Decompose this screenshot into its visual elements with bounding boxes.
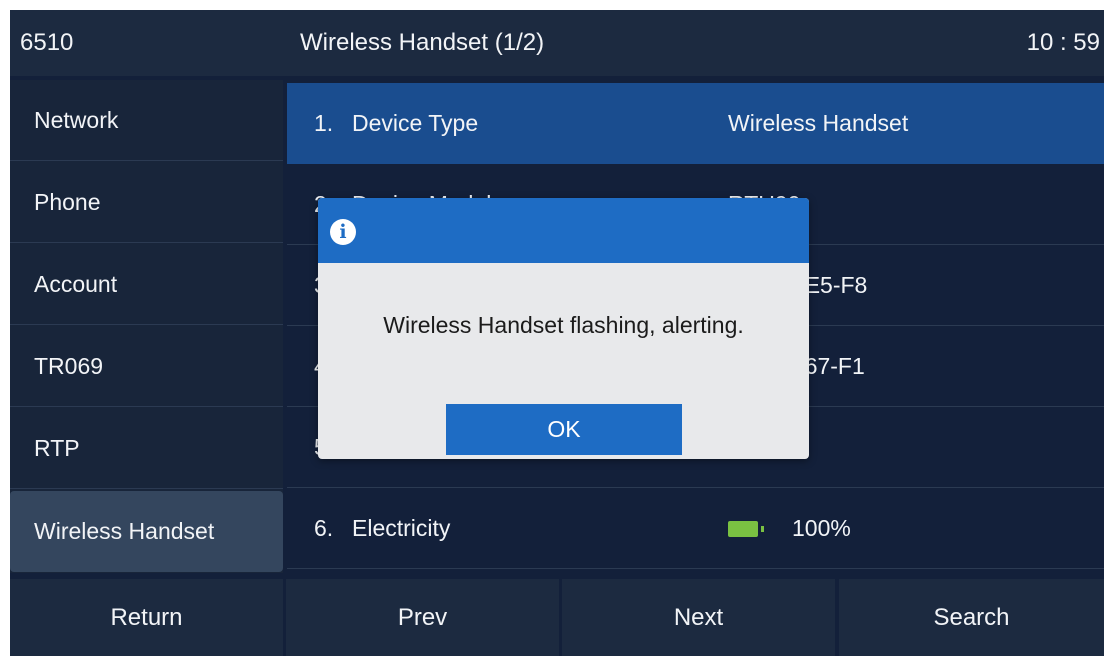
list-item-device-type[interactable]: 1. Device Type Wireless Handset <box>287 83 1104 164</box>
sidebar-item-label: Wireless Handset <box>34 518 215 544</box>
battery-percent: 100% <box>792 515 851 541</box>
row-label: Device Type <box>352 110 479 136</box>
battery-icon <box>728 521 764 537</box>
page-title: Wireless Handset (1/2) <box>300 29 545 56</box>
sidebar-item-label: RTP <box>34 435 80 461</box>
sidebar-item-network[interactable]: Network <box>10 80 283 161</box>
status-bar: 6510 Wireless Handset (1/2) 10 : 59 <box>10 10 1104 76</box>
sidebar-item-wireless-handset[interactable]: Wireless Handset <box>10 491 283 572</box>
dialog-message: Wireless Handset flashing, alerting. <box>383 312 744 338</box>
search-button[interactable]: Search <box>839 579 1104 656</box>
sidebar-item-label: Network <box>34 107 119 133</box>
sidebar-item-label: TR069 <box>34 353 104 379</box>
next-button[interactable]: Next <box>562 579 835 656</box>
row-value: Wireless Handset <box>728 110 909 136</box>
list-item-electricity[interactable]: 6. Electricity 100% <box>287 488 1104 569</box>
info-icon: i <box>330 219 356 245</box>
return-button[interactable]: Return <box>10 579 283 656</box>
sidebar-item-label: Phone <box>34 189 101 215</box>
phone-screen: 6510 Wireless Handset (1/2) 10 : 59 Netw… <box>10 10 1104 656</box>
row-number: 6. <box>314 515 334 541</box>
dialog-header: i <box>318 198 809 263</box>
sidebar-item-tr069[interactable]: TR069 <box>10 326 283 407</box>
ok-button[interactable]: OK <box>446 404 682 455</box>
sidebar-item-account[interactable]: Account <box>10 244 283 325</box>
softkey-bar: Return Prev Next Search <box>10 579 1104 656</box>
prev-button[interactable]: Prev <box>286 579 559 656</box>
clock: 10 : 59 <box>1026 29 1100 56</box>
sidebar-item-label: Account <box>34 271 118 297</box>
sidebar-item-rtp[interactable]: RTP <box>10 408 283 489</box>
row-label: Electricity <box>352 515 451 541</box>
row-number: 1. <box>314 110 334 136</box>
alert-dialog: i Wireless Handset flashing, alerting. O… <box>318 198 809 459</box>
sidebar-item-phone[interactable]: Phone <box>10 162 283 243</box>
device-model-label: 6510 <box>20 29 74 56</box>
sidebar: Network Phone Account TR069 RTP Wireless… <box>10 80 283 573</box>
